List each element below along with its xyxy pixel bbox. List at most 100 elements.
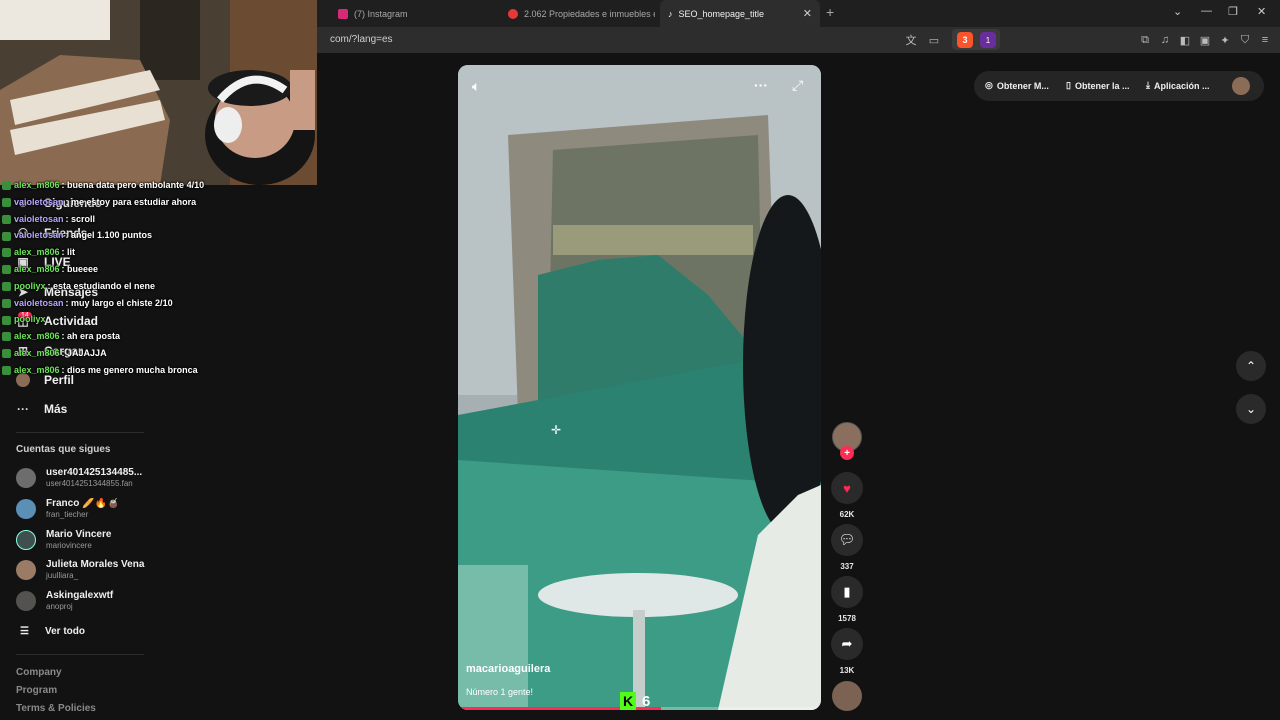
- chat-text: : me estoy para estudiar ahora: [65, 196, 197, 207]
- sidebar-divider: [16, 432, 144, 433]
- chat-username: alex_m806: [14, 247, 60, 258]
- sidebar-icon[interactable]: ◧: [1178, 33, 1192, 47]
- video-frame: [458, 65, 821, 710]
- chat-message: vaioletosan: me estoy para estudiar ahor…: [2, 197, 332, 214]
- tiktok-icon: ♪: [668, 8, 673, 19]
- stream-chat-overlay: alex_m806: buena data pero embolante 4/1…: [2, 180, 332, 382]
- chat-username: vaioletosan: [14, 196, 64, 207]
- extensions-icon[interactable]: ⧉: [1138, 33, 1152, 47]
- chat-badge-icon: [2, 231, 11, 241]
- share-action[interactable]: ➦ 13K: [831, 628, 863, 675]
- get-coins-button[interactable]: ◎ Obtener M...: [985, 80, 1049, 91]
- restore-icon[interactable]: ❐: [1228, 5, 1238, 18]
- nav-label: Más: [44, 402, 68, 416]
- brave-shield-icon[interactable]: 3: [957, 32, 973, 48]
- chat-username: alex_m806: [14, 331, 60, 342]
- comment-icon[interactable]: 💬︎: [831, 524, 863, 556]
- get-app-button[interactable]: ▯ Obtener la ...: [1066, 80, 1129, 91]
- follow-plus-icon[interactable]: +: [840, 446, 854, 460]
- followed-account[interactable]: Franco 🥖🔥🧉 fran_tiecher: [16, 497, 156, 523]
- sound-avatar[interactable]: [832, 681, 862, 711]
- volume-icon[interactable]: 🔈︎: [472, 78, 480, 95]
- followed-account[interactable]: Julieta Morales Vena juulliara_: [16, 558, 156, 584]
- chat-badge-icon: [2, 332, 11, 342]
- save-action[interactable]: ▮ 1578: [831, 576, 863, 623]
- chat-message: vaioletosan: muy largo el chiste 2/10: [2, 298, 332, 315]
- minimize-icon[interactable]: —: [1201, 5, 1212, 17]
- account-name: Franco 🥖🔥🧉: [46, 498, 120, 509]
- like-count: 62K: [839, 510, 855, 519]
- rewards-count: 1: [985, 35, 991, 45]
- chat-message: vaioletosan: angel 1.100 puntos: [2, 230, 332, 247]
- account-name: Julieta Morales Vena: [46, 559, 145, 570]
- desktop-app-button[interactable]: ⤓ Aplicación ...: [1146, 80, 1210, 91]
- cast-icon[interactable]: ▭: [927, 33, 941, 47]
- share-count: 13K: [839, 666, 855, 675]
- footer-link-company[interactable]: Company: [16, 667, 62, 678]
- tab-search-icon[interactable]: ⌄: [1173, 5, 1182, 18]
- url-field[interactable]: com/?lang=es: [330, 34, 393, 45]
- properties-icon: [508, 8, 518, 19]
- get-app-label: Obtener la ...: [1074, 80, 1130, 91]
- media-icon[interactable]: ♫: [1158, 33, 1172, 47]
- chat-badge-icon: [2, 349, 11, 359]
- chat-text: : esta estudiando el nene: [47, 280, 156, 291]
- like-action[interactable]: ♥ 62K: [831, 472, 863, 519]
- heart-icon[interactable]: ♥: [831, 472, 863, 504]
- chat-text: : scroll: [65, 213, 96, 224]
- download-icon: ⤓: [1146, 80, 1150, 90]
- tab-properties[interactable]: 2.062 Propiedades e inmuebles en B: [500, 0, 655, 27]
- leo-ai-icon[interactable]: ✦: [1218, 33, 1232, 47]
- followed-account[interactable]: user401425134485... user4014251344855.fa…: [16, 466, 156, 492]
- chat-message: alex_m806: buena data pero embolante 4/1…: [2, 180, 332, 197]
- video-player[interactable]: 🔈︎ ··· ⤢ macarioaguilera Número 1 gente!: [458, 65, 821, 710]
- user-avatar[interactable]: [1232, 77, 1250, 95]
- footer-link-terms[interactable]: Terms & Policies: [16, 703, 96, 714]
- instagram-icon: [338, 8, 348, 19]
- close-tab-icon[interactable]: ✕: [803, 7, 812, 20]
- tab-instagram[interactable]: (7) Instagram: [330, 0, 500, 27]
- brave-rewards-icon[interactable]: 1: [980, 32, 996, 48]
- get-coins-label: Obtener M...: [996, 80, 1049, 91]
- vpn-shield-icon[interactable]: ⛉: [1238, 33, 1252, 47]
- tab-tiktok[interactable]: ♪ SEO_homepage_title ✕: [660, 0, 820, 27]
- chat-username: alex_m806: [14, 347, 60, 358]
- fullscreen-icon[interactable]: ⤢: [792, 77, 803, 94]
- chat-text: : bueeee: [61, 263, 99, 274]
- chat-message: alex_m806: dios me genero mucha bronca: [2, 365, 332, 382]
- kick-logo-icon: K: [620, 692, 636, 710]
- more-icon: ···: [17, 402, 29, 416]
- chat-badge-icon: [2, 214, 11, 224]
- kick-viewer-counter: K 6: [620, 692, 650, 710]
- menu-icon[interactable]: ≡: [1258, 33, 1272, 47]
- chat-username: alex_m806: [14, 263, 60, 274]
- chat-username: vaioletosan: [14, 297, 64, 308]
- more-options-icon[interactable]: ···: [754, 77, 768, 93]
- webcam-overlay: [0, 0, 317, 185]
- translate-icon[interactable]: 文: [904, 33, 918, 47]
- brave-shield-count: 3: [962, 35, 968, 45]
- wallet-icon[interactable]: ▣: [1198, 33, 1212, 47]
- next-video-button[interactable]: ⌄: [1236, 394, 1266, 424]
- video-description: Número 1 gente!: [466, 687, 534, 697]
- chat-username: vaioletosan: [14, 230, 64, 241]
- see-all-button[interactable]: ☰ Ver todo: [20, 626, 85, 637]
- comment-action[interactable]: 💬︎ 337: [831, 524, 863, 571]
- followed-account[interactable]: Mario Vincere mariovincere: [16, 528, 156, 554]
- viewer-count: 6: [642, 692, 651, 710]
- comment-count: 337: [840, 562, 854, 571]
- bookmark-icon[interactable]: ▮: [831, 576, 863, 608]
- followed-account[interactable]: Askingalexwtf anoproj: [16, 589, 156, 615]
- close-window-icon[interactable]: ✕: [1257, 5, 1266, 18]
- share-icon[interactable]: ➦: [831, 628, 863, 660]
- new-tab-icon[interactable]: +: [826, 4, 834, 20]
- video-author[interactable]: macarioaguilera: [466, 663, 550, 675]
- previous-video-button[interactable]: ⌃: [1236, 351, 1266, 381]
- chat-text: : angel 1.100 puntos: [65, 230, 153, 241]
- sidebar-divider: [16, 654, 144, 655]
- footer-link-program[interactable]: Program: [16, 685, 57, 696]
- avatar: [16, 591, 36, 611]
- nav-more[interactable]: ··· Más: [16, 402, 67, 416]
- following-section-title: Cuentas que sigues: [16, 444, 111, 455]
- chat-badge-icon: [2, 265, 11, 275]
